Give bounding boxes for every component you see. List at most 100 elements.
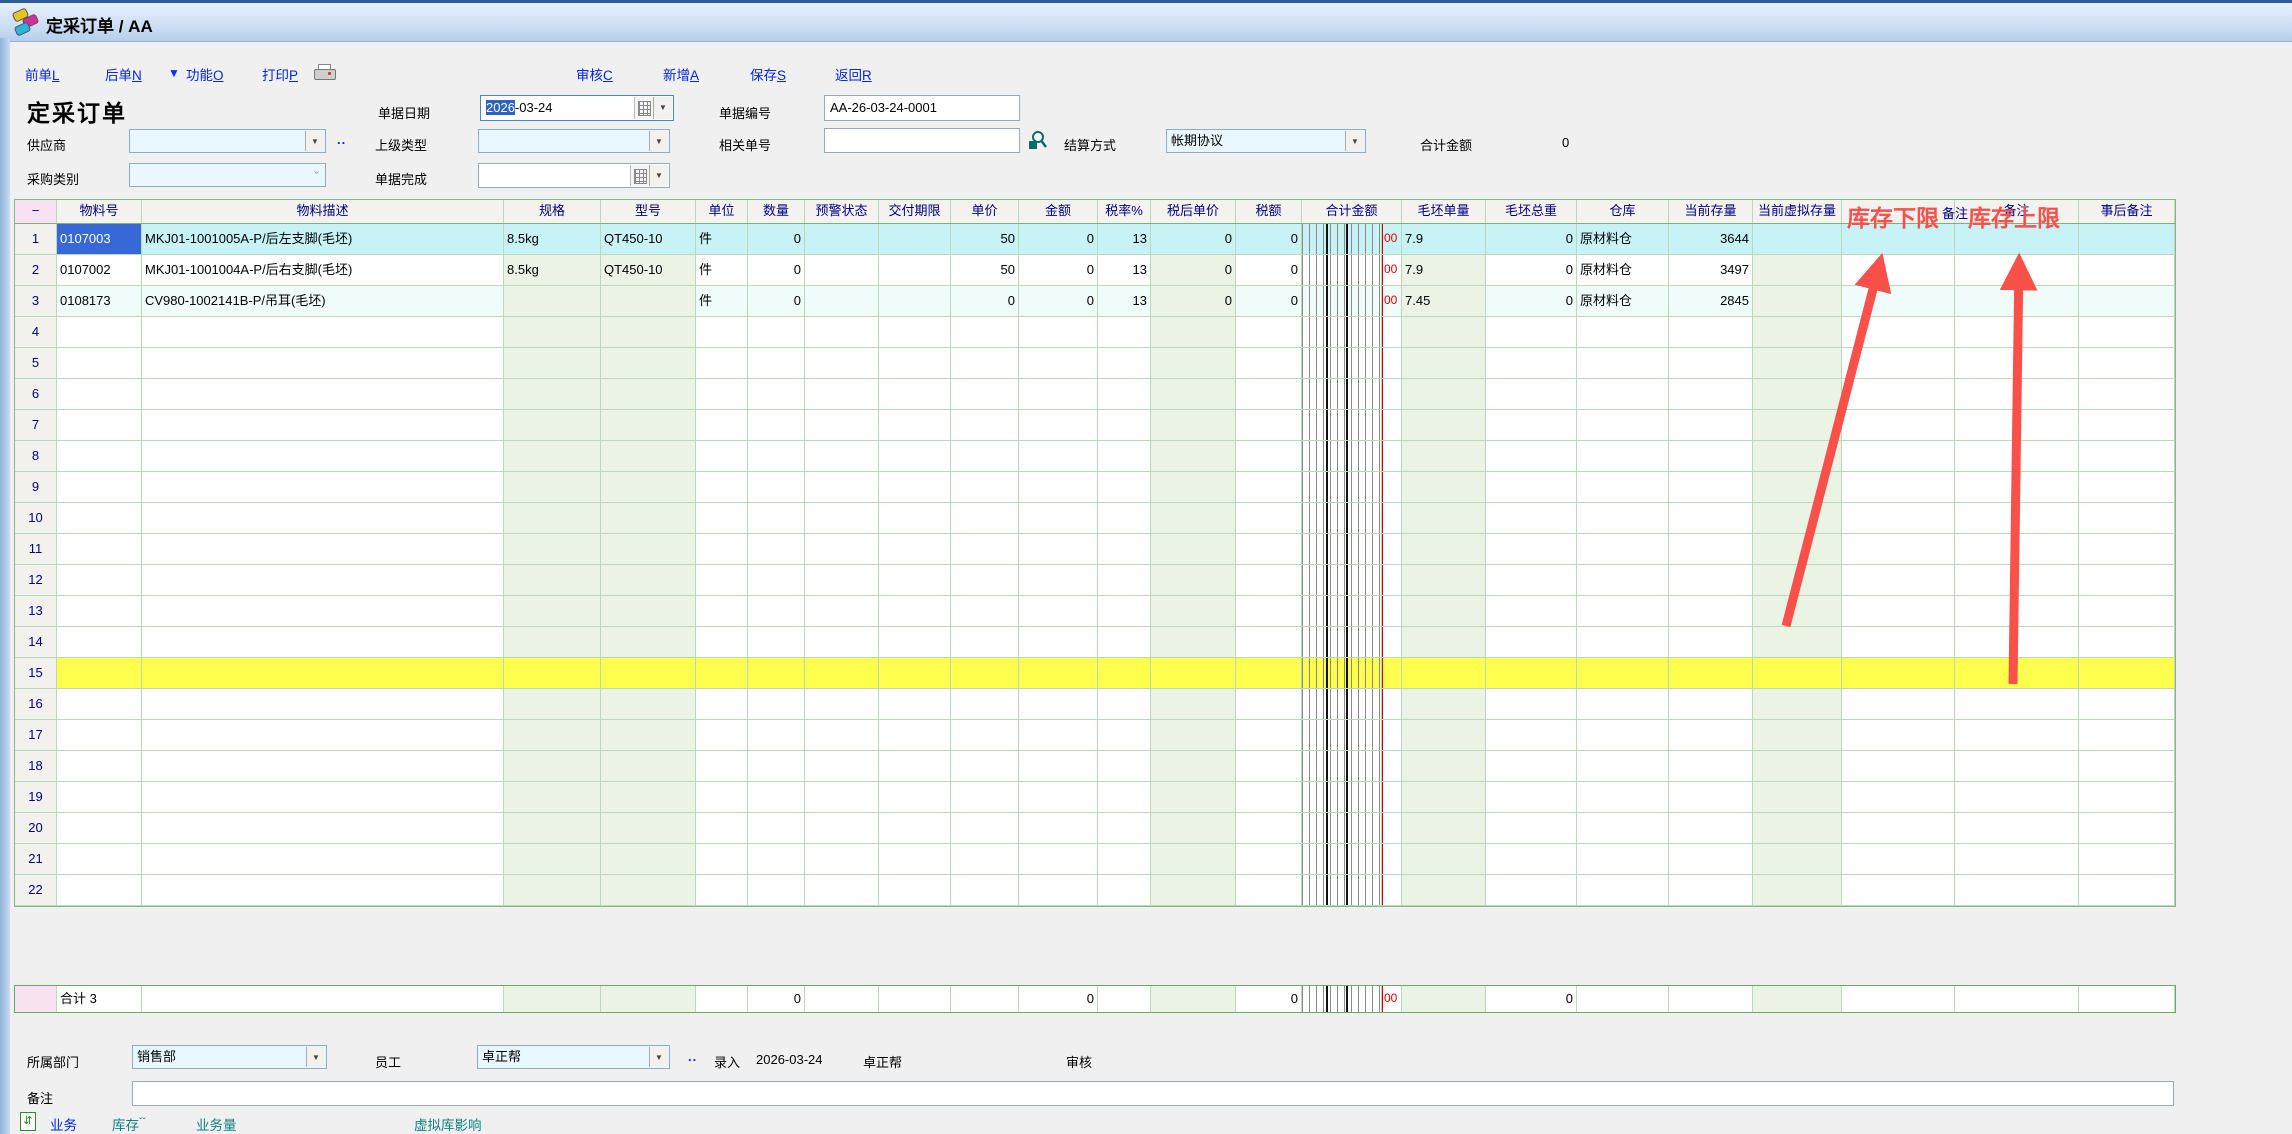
grid-cell-stripes[interactable] [1302, 875, 1382, 905]
grid-cell-unitw[interactable] [1402, 534, 1486, 564]
grid-cell-wh[interactable] [1577, 379, 1669, 409]
grid-cell-amt[interactable] [1019, 720, 1098, 750]
grid-cell-code[interactable] [57, 720, 142, 750]
grid-cell-tax[interactable] [1098, 379, 1151, 409]
grid-cell-vstock[interactable] [1753, 844, 1842, 874]
grid-row[interactable]: 20 [15, 813, 2175, 844]
grid-cell-price[interactable] [951, 782, 1019, 812]
grid-cell-unit[interactable] [696, 472, 748, 502]
grid-cell-price[interactable] [951, 348, 1019, 378]
grid-cell-note2[interactable] [1955, 255, 2079, 285]
print-button[interactable]: 打印P [262, 64, 298, 84]
grid-cell-unitw[interactable] [1402, 317, 1486, 347]
grid-cell-amt[interactable] [1019, 627, 1098, 657]
grid-cell-note3[interactable] [2079, 534, 2175, 564]
grid-cell-due[interactable] [879, 751, 951, 781]
grid-cell-unit[interactable] [696, 627, 748, 657]
grid-cell-note2[interactable] [1955, 875, 2079, 905]
grid-row[interactable]: 17 [15, 720, 2175, 751]
grid-cell-model[interactable] [601, 689, 696, 719]
tab-business[interactable]: 业务 [50, 1114, 77, 1134]
grid-cell-note3[interactable] [2079, 627, 2175, 657]
grid-cell-stock[interactable]: 3644 [1669, 224, 1753, 254]
grid-cell-note3[interactable] [2079, 410, 2175, 440]
grid-cell-taxprice[interactable] [1151, 441, 1236, 471]
grid-cell-qty[interactable] [748, 410, 805, 440]
grid-cell-spec[interactable] [504, 658, 601, 688]
grid-cell-stock[interactable] [1669, 565, 1753, 595]
grid-cell-totw[interactable] [1486, 503, 1577, 533]
grid-cell-vstock[interactable] [1753, 317, 1842, 347]
grid-cell-taxprice[interactable] [1151, 875, 1236, 905]
grid-cell-model[interactable]: QT450-10 [601, 224, 696, 254]
grid-cell-note3[interactable] [2079, 472, 2175, 502]
grid-cell-vstock[interactable] [1753, 534, 1842, 564]
grid-cell-wh[interactable] [1577, 751, 1669, 781]
grid-cell-taxamt[interactable] [1236, 472, 1302, 502]
grid-cell-qty[interactable] [748, 379, 805, 409]
grid-row[interactable]: 19 [15, 782, 2175, 813]
grid-cell-taxprice[interactable]: 0 [1151, 286, 1236, 316]
grid-cell-unitw[interactable] [1402, 472, 1486, 502]
grid-cell-note2[interactable] [1955, 441, 2079, 471]
grid-cell-wh[interactable] [1577, 689, 1669, 719]
grid-cell-taxamt[interactable] [1236, 317, 1302, 347]
grid-cell-qty[interactable] [748, 689, 805, 719]
grid-cell-note3[interactable] [2079, 689, 2175, 719]
grid-cell-num[interactable]: 22 [15, 875, 57, 905]
parent-type-dropdown-arrow[interactable]: ▼ [649, 131, 668, 151]
grid-cell-qty[interactable] [748, 472, 805, 502]
grid-cell-price[interactable] [951, 565, 1019, 595]
grid-cell-unit[interactable]: 件 [696, 255, 748, 285]
grid-cell-unit[interactable] [696, 658, 748, 688]
grid-cell-model[interactable] [601, 503, 696, 533]
grid-cell-note3[interactable] [2079, 348, 2175, 378]
grid-cell-num[interactable]: 7 [15, 410, 57, 440]
grid-cell-price[interactable] [951, 875, 1019, 905]
grid-cell-code[interactable]: 0108173 [57, 286, 142, 316]
bill-done-dropdown-arrow[interactable]: ▼ [649, 165, 668, 186]
grid-cell-desc[interactable]: CV980-1002141B-P/吊耳(毛坯) [142, 286, 504, 316]
grid-cell-due[interactable] [879, 472, 951, 502]
grid-cell-stock[interactable] [1669, 844, 1753, 874]
grid-row[interactable]: 11 [15, 534, 2175, 565]
grid-cell-taxprice[interactable] [1151, 379, 1236, 409]
grid-cell-price[interactable] [951, 689, 1019, 719]
grid-cell-spec[interactable] [504, 720, 601, 750]
grid-cell-warn[interactable] [805, 658, 879, 688]
grid-cell-spec[interactable]: 8.5kg [504, 255, 601, 285]
search-icon[interactable] [1028, 129, 1048, 151]
grid-cell-desc[interactable] [142, 813, 504, 843]
grid-row[interactable]: 7 [15, 410, 2175, 441]
grid-cell-wh[interactable] [1577, 534, 1669, 564]
grid-cell-code[interactable] [57, 472, 142, 502]
tab-inventory[interactable]: 库存ˇˇ [112, 1114, 146, 1134]
grid-cell-warn[interactable] [805, 348, 879, 378]
grid-cell-num[interactable]: 21 [15, 844, 57, 874]
grid-cell-note1[interactable] [1842, 255, 1955, 285]
supplier-browse-button[interactable]: .. [337, 132, 346, 147]
grid-cell-unitw[interactable] [1402, 813, 1486, 843]
grid-cell-stripes[interactable] [1302, 782, 1382, 812]
grid-cell-unitw[interactable] [1402, 503, 1486, 533]
grid-cell-qty[interactable] [748, 813, 805, 843]
grid-cell-model[interactable] [601, 844, 696, 874]
grid-cell-note1[interactable] [1842, 565, 1955, 595]
grid-cell-amt[interactable] [1019, 596, 1098, 626]
grid-cell-vstock[interactable] [1753, 751, 1842, 781]
grid-cell-totw[interactable] [1486, 782, 1577, 812]
grid-cell-qty[interactable]: 0 [748, 255, 805, 285]
grid-cell-totw[interactable] [1486, 472, 1577, 502]
grid-cell-vstock[interactable] [1753, 658, 1842, 688]
related-no-input[interactable] [824, 128, 1020, 153]
tab-virtual-stock-impact[interactable]: 虚拟库影响 [414, 1114, 482, 1134]
grid-cell-red[interactable] [1382, 782, 1402, 812]
grid-cell-note3[interactable] [2079, 503, 2175, 533]
supplier-dropdown-arrow[interactable]: ▼ [305, 131, 324, 151]
grid-cell-spec[interactable] [504, 782, 601, 812]
grid-cell-stock[interactable] [1669, 658, 1753, 688]
grid-cell-note1[interactable] [1842, 379, 1955, 409]
grid-cell-wh[interactable]: 原材料仓 [1577, 286, 1669, 316]
grid-cell-wh[interactable] [1577, 441, 1669, 471]
grid-cell-stripes[interactable] [1302, 410, 1382, 440]
